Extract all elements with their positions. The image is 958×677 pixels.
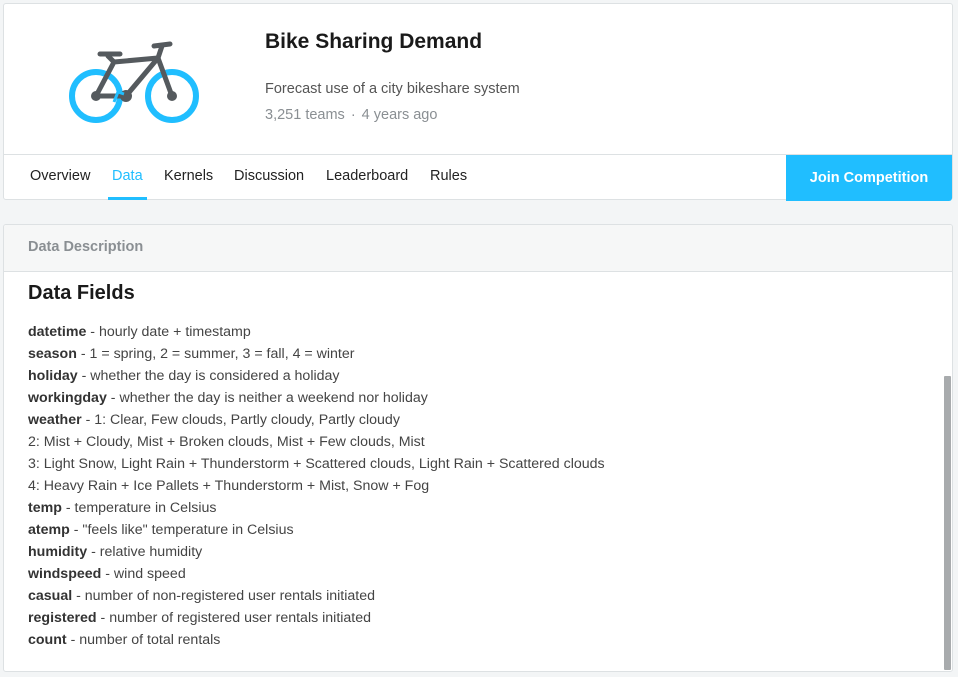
field-line: weather - 1: Clear, Few clouds, Partly c…: [28, 409, 605, 431]
field-name: humidity: [28, 544, 88, 560]
field-description: - number of total rentals: [66, 632, 221, 648]
field-description: - hourly date + timestamp: [86, 324, 251, 340]
field-line: 2: Mist + Cloudy, Mist + Broken clouds, …: [28, 431, 605, 453]
field-name: temp: [28, 500, 62, 516]
field-name: workingday: [28, 390, 107, 406]
field-name: datetime: [28, 324, 87, 340]
field-line: registered - number of registered user r…: [28, 607, 605, 629]
field-description: - 1 = spring, 2 = summer, 3 = fall, 4 = …: [76, 346, 355, 362]
field-description: - whether the day is considered a holida…: [77, 368, 340, 384]
field-line: datetime - hourly date + timestamp: [28, 321, 605, 343]
field-line: workingday - whether the day is neither …: [28, 387, 605, 409]
field-name: count: [28, 632, 67, 648]
field-name: season: [28, 346, 77, 362]
data-description-panel: Data Description Data Fields datetime - …: [3, 224, 953, 672]
field-line: season - 1 = spring, 2 = summer, 3 = fal…: [28, 343, 605, 365]
field-description: 4: Heavy Rain + Ice Pallets + Thundersto…: [28, 478, 430, 494]
competition-subtitle: Forecast use of a city bikeshare system: [265, 81, 520, 97]
field-line: 3: Light Snow, Light Rain + Thunderstorm…: [28, 453, 605, 475]
tab-rules[interactable]: Rules: [430, 155, 467, 200]
tab-data[interactable]: Data: [108, 155, 147, 200]
field-description: - whether the day is neither a weekend n…: [106, 390, 428, 406]
field-line: temp - temperature in Celsius: [28, 497, 605, 519]
field-description: - 1: Clear, Few clouds, Partly cloudy, P…: [81, 412, 400, 428]
field-line: holiday - whether the day is considered …: [28, 365, 605, 387]
field-description: - temperature in Celsius: [61, 500, 217, 516]
field-line: 4: Heavy Rain + Ice Pallets + Thundersto…: [28, 475, 605, 497]
teams-count: 3,251 teams: [265, 107, 345, 123]
field-description: 2: Mist + Cloudy, Mist + Broken clouds, …: [28, 434, 425, 450]
field-line: casual - number of non-registered user r…: [28, 585, 605, 607]
competition-title: Bike Sharing Demand: [265, 30, 483, 53]
field-name: casual: [28, 588, 73, 604]
bicycle-icon: [66, 40, 202, 124]
scrollbar-thumb[interactable]: [944, 376, 951, 670]
field-line: count - number of total rentals: [28, 629, 605, 651]
section-title: Data Fields: [28, 282, 135, 304]
field-line: humidity - relative humidity: [28, 541, 605, 563]
tab-bar: Overview Data Kernels Discussion Leaderb…: [4, 154, 952, 201]
competition-header: Bike Sharing Demand Forecast use of a ci…: [3, 3, 953, 201]
panel-header: Data Description: [4, 225, 952, 272]
field-line: atemp - "feels like" temperature in Cels…: [28, 519, 605, 541]
meta-separator: ·: [350, 107, 356, 123]
field-description: - number of registered user rentals init…: [96, 610, 372, 626]
field-description: 3: Light Snow, Light Rain + Thunderstorm…: [28, 456, 605, 472]
join-competition-button[interactable]: Join Competition: [786, 155, 952, 201]
field-name: registered: [28, 610, 97, 626]
field-description: - wind speed: [101, 566, 186, 582]
competition-age: 4 years ago: [361, 107, 438, 123]
field-name: holiday: [28, 368, 78, 384]
field-description: - relative humidity: [87, 544, 203, 560]
field-name: windspeed: [28, 566, 102, 582]
competition-meta: 3,251 teams · 4 years ago: [265, 107, 437, 123]
tab-discussion[interactable]: Discussion: [234, 155, 304, 200]
field-list: datetime - hourly date + timestamp season…: [28, 321, 605, 651]
field-description: - number of non-registered user rentals …: [72, 588, 375, 604]
field-description: - "feels like" temperature in Celsius: [69, 522, 294, 538]
field-line: windspeed - wind speed: [28, 563, 605, 585]
scrollbar[interactable]: [942, 272, 952, 671]
field-name: atemp: [28, 522, 70, 538]
tab-leaderboard[interactable]: Leaderboard: [326, 155, 408, 200]
tab-overview[interactable]: Overview: [30, 155, 90, 200]
tab-kernels[interactable]: Kernels: [164, 155, 213, 200]
field-name: weather: [28, 412, 82, 428]
